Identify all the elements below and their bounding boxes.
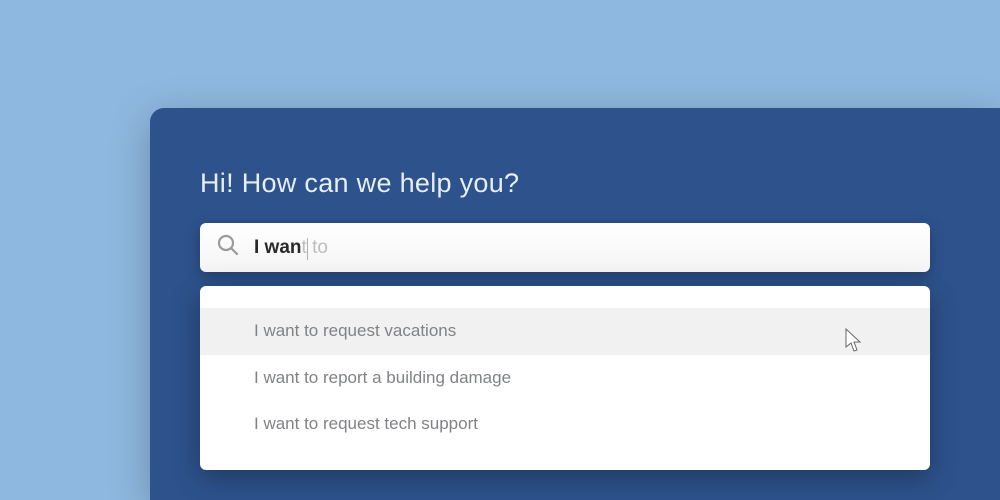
suggestion-suffix: t to: [302, 237, 328, 258]
search-icon: [216, 233, 240, 262]
typed-text: I wan: [254, 237, 302, 258]
suggestion-item[interactable]: I want to request tech support: [200, 401, 930, 448]
search-text: I want to: [254, 237, 328, 259]
search-input[interactable]: I want to: [200, 223, 930, 272]
suggestion-item[interactable]: I want to report a building damage: [200, 355, 930, 402]
help-panel: Hi! How can we help you? I want to I wan…: [150, 108, 1000, 500]
page-title: Hi! How can we help you?: [200, 168, 930, 199]
text-caret: [307, 238, 308, 260]
suggestion-item[interactable]: I want to request vacations: [200, 308, 930, 355]
suggestions-dropdown: I want to request vacations I want to re…: [200, 286, 930, 470]
